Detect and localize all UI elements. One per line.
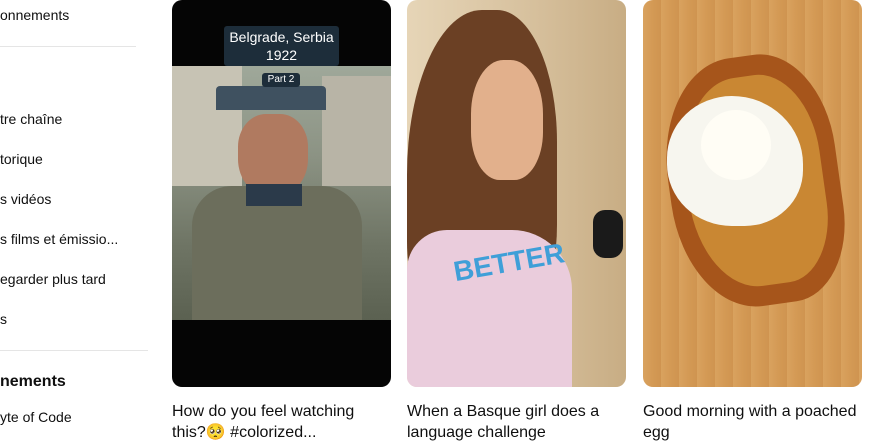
sidebar-item-your-videos[interactable]: s vidéos bbox=[0, 190, 51, 208]
sidebar-item-your-channel[interactable]: tre chaîne bbox=[0, 110, 62, 128]
colorized-photo bbox=[172, 66, 391, 320]
microphone bbox=[593, 210, 623, 258]
sidebar-item-likes[interactable]: s bbox=[0, 310, 7, 328]
sidebar-divider bbox=[0, 46, 136, 47]
subscription-channel-item[interactable]: yte of Code bbox=[0, 408, 72, 426]
short-title[interactable]: When a Basque girl does a language chall… bbox=[407, 401, 626, 443]
short-title[interactable]: Good morning with a poached egg bbox=[643, 401, 862, 443]
overlay-part-badge: Part 2 bbox=[262, 73, 300, 87]
short-thumbnail[interactable]: BETTER bbox=[407, 0, 626, 387]
sidebar-divider bbox=[0, 350, 148, 351]
short-thumbnail[interactable] bbox=[643, 0, 862, 387]
sidebar-item-subscriptions[interactable]: onnements bbox=[0, 6, 69, 24]
overlay-caption: Belgrade, Serbia 1922 bbox=[224, 26, 339, 66]
sidebar-item-history[interactable]: torique bbox=[0, 150, 43, 168]
short-title[interactable]: How do you feel watching this?🥺 #coloriz… bbox=[172, 401, 391, 443]
short-thumbnail[interactable]: Belgrade, Serbia 1922 Part 2 bbox=[172, 0, 391, 387]
sidebar: onnements tre chaîne torique s vidéos s … bbox=[0, 0, 150, 441]
sidebar-item-watch-later[interactable]: egarder plus tard bbox=[0, 270, 106, 288]
sidebar-item-your-movies[interactable]: s films et émissio... bbox=[0, 230, 118, 248]
subscriptions-heading: nements bbox=[0, 373, 66, 390]
